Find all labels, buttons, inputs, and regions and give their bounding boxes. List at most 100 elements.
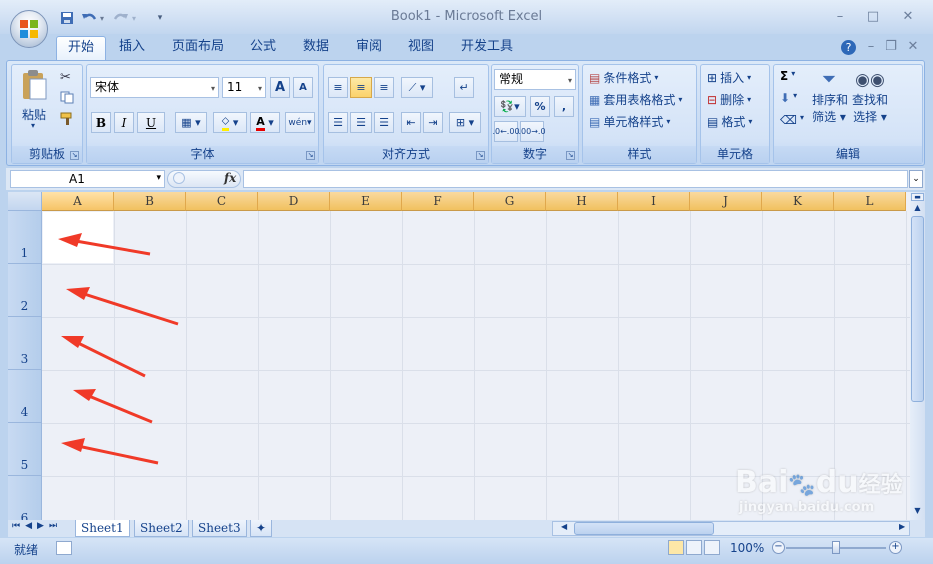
insert-sheet-icon[interactable]: ✦	[250, 520, 272, 537]
row-header-3[interactable]: 3	[8, 317, 42, 370]
expand-formula-bar-icon[interactable]: ⌄	[909, 170, 923, 188]
sheet-tab-2[interactable]: Sheet2	[134, 520, 189, 537]
conditional-format-button[interactable]: ▤ 条件格式 ▾	[589, 69, 658, 86]
vertical-scroll-thumb[interactable]	[911, 216, 924, 402]
phonetic-button[interactable]: wén ▾	[285, 112, 315, 133]
decrease-decimal-button[interactable]: .00→.0	[518, 121, 546, 142]
column-header-c[interactable]: C	[186, 192, 258, 211]
decrease-indent-button[interactable]: ⇤	[401, 112, 421, 133]
format-cells-button[interactable]: ▤ 格式 ▾	[707, 113, 752, 130]
column-header-b[interactable]: B	[114, 192, 186, 211]
column-header-k[interactable]: K	[762, 192, 834, 211]
normal-view-icon[interactable]	[668, 540, 684, 555]
font-name-box[interactable]: 宋体 ▾	[90, 77, 219, 98]
insert-cells-button[interactable]: ⊞ 插入 ▾	[707, 69, 751, 86]
fill-button[interactable]: ⬇ ▾	[780, 91, 797, 105]
tab-home[interactable]: 开始	[56, 36, 107, 60]
align-middle-button[interactable]: ≡	[350, 77, 372, 98]
sort-filter-button[interactable]: ⏷ 排序和 筛选 ▾	[812, 69, 848, 125]
number-launcher-icon[interactable]: ↘	[566, 151, 575, 160]
format-as-table-button[interactable]: ▦ 套用表格格式 ▾	[589, 91, 682, 108]
font-size-dropdown-icon[interactable]: ▾	[258, 81, 262, 96]
active-cell-a1[interactable]	[43, 212, 113, 263]
fill-color-button[interactable]: ⬦ ▾	[213, 112, 247, 133]
help-icon[interactable]: ?	[841, 40, 856, 55]
sheet-tab-1[interactable]: Sheet1	[75, 520, 130, 537]
split-box-icon[interactable]: ▬	[911, 193, 924, 201]
merge-center-button[interactable]: ⊞ ▾	[449, 112, 481, 133]
font-launcher-icon[interactable]: ↘	[306, 151, 315, 160]
name-box[interactable]: A1 ▾	[10, 170, 165, 188]
align-center-button[interactable]: ☰	[350, 112, 372, 133]
maximize-button[interactable]: □	[862, 8, 884, 26]
zoom-level[interactable]: 100%	[730, 541, 764, 555]
bold-button[interactable]: B	[91, 112, 111, 133]
column-header-l[interactable]: L	[834, 192, 906, 211]
format-painter-icon[interactable]	[60, 112, 75, 126]
close-button[interactable]: ✕	[897, 8, 919, 26]
tab-review[interactable]: 审阅	[345, 36, 393, 60]
shrink-font-button[interactable]: A	[293, 77, 313, 98]
number-format-box[interactable]: 常规 ▾	[494, 69, 576, 90]
name-box-dropdown-icon[interactable]: ▾	[156, 173, 161, 183]
tab-insert[interactable]: 插入	[108, 36, 156, 60]
column-header-i[interactable]: I	[618, 192, 690, 211]
sheet-tab-3[interactable]: Sheet3	[192, 520, 247, 537]
percent-button[interactable]: %	[530, 96, 550, 117]
scroll-left-icon[interactable]: ◀	[561, 522, 567, 531]
sheet-nav-icon[interactable]: ⏮◀▶⏭	[12, 521, 62, 531]
tab-developer[interactable]: 开发工具	[450, 36, 524, 60]
ribbon-restore-button[interactable]: ❐	[880, 38, 902, 56]
accounting-format-button[interactable]: 💱▾	[494, 96, 526, 117]
paste-dropdown-icon[interactable]: ▾	[31, 121, 35, 130]
row-header-1[interactable]: 1	[8, 211, 42, 264]
formula-cancel-icon[interactable]	[173, 172, 185, 184]
cut-icon[interactable]: ✂	[60, 70, 71, 85]
column-header-j[interactable]: J	[690, 192, 762, 211]
align-bottom-button[interactable]: ≡	[374, 77, 394, 98]
column-header-e[interactable]: E	[330, 192, 402, 211]
clipboard-launcher-icon[interactable]: ↘	[70, 151, 79, 160]
number-format-dropdown-icon[interactable]: ▾	[568, 73, 572, 88]
column-header-h[interactable]: H	[546, 192, 618, 211]
copy-icon[interactable]	[60, 91, 74, 104]
grow-font-button[interactable]: A	[270, 77, 290, 98]
cell-styles-button[interactable]: ▤ 单元格样式 ▾	[589, 113, 670, 130]
zoom-slider-thumb[interactable]	[832, 541, 840, 554]
align-right-button[interactable]: ☰	[374, 112, 394, 133]
font-size-box[interactable]: 11 ▾	[222, 77, 266, 98]
row-header-2[interactable]: 2	[8, 264, 42, 317]
minimize-button[interactable]: –	[829, 8, 851, 26]
font-name-dropdown-icon[interactable]: ▾	[211, 81, 215, 96]
select-all-corner[interactable]	[8, 192, 42, 211]
formula-input[interactable]	[243, 170, 908, 188]
italic-button[interactable]: I	[114, 112, 134, 133]
increase-decimal-button[interactable]: .0←.00	[492, 121, 520, 142]
macro-record-icon[interactable]	[56, 541, 72, 555]
font-color-button[interactable]: A ▾	[250, 112, 280, 133]
column-header-f[interactable]: F	[402, 192, 474, 211]
paste-icon[interactable]	[20, 69, 48, 101]
increase-indent-button[interactable]: ⇥	[423, 112, 443, 133]
column-header-a[interactable]: A	[42, 192, 114, 211]
insert-function-icon[interactable]: fx	[224, 171, 236, 185]
wrap-text-button[interactable]: ↵	[454, 77, 474, 98]
ribbon-close-button[interactable]: ✕	[902, 38, 924, 56]
autosum-button[interactable]: Σ ▾	[780, 69, 795, 83]
horizontal-scroll-thumb[interactable]	[574, 522, 714, 535]
office-button[interactable]	[10, 10, 48, 48]
row-header-5[interactable]: 5	[8, 423, 42, 476]
row-header-4[interactable]: 4	[8, 370, 42, 423]
delete-cells-button[interactable]: ⊟ 删除 ▾	[707, 91, 751, 108]
find-select-button[interactable]: ◉◉ 查找和 选择 ▾	[852, 69, 888, 125]
page-break-view-icon[interactable]	[704, 540, 720, 555]
scroll-up-icon[interactable]: ▲	[911, 203, 924, 215]
clear-button[interactable]: ⌫ ▾	[780, 113, 804, 127]
tab-formulas[interactable]: 公式	[239, 36, 287, 60]
page-layout-view-icon[interactable]	[686, 540, 702, 555]
orientation-button[interactable]: ⟋ ▾	[401, 77, 433, 98]
zoom-in-icon[interactable]: +	[889, 541, 902, 554]
zoom-out-icon[interactable]: −	[772, 541, 785, 554]
tab-page-layout[interactable]: 页面布局	[161, 36, 235, 60]
column-header-d[interactable]: D	[258, 192, 330, 211]
